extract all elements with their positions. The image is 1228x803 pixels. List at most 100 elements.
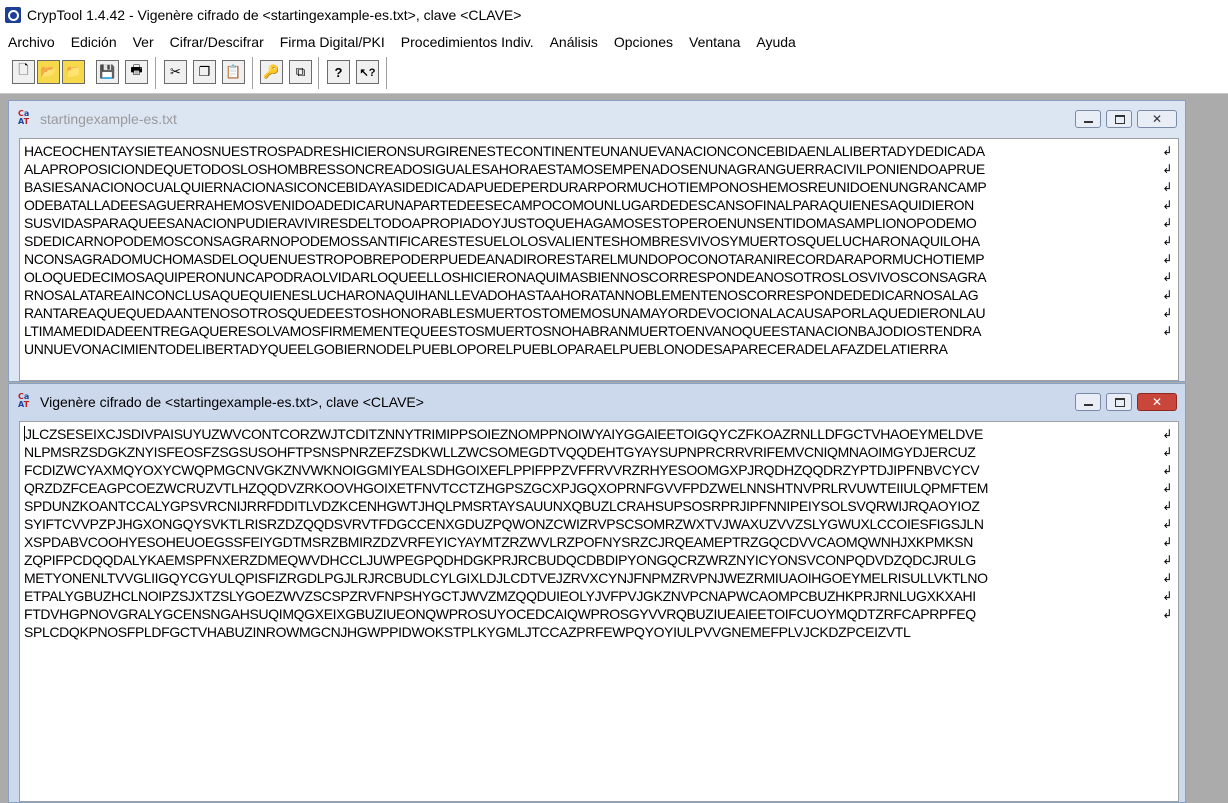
menu-opciones[interactable]: Opciones <box>606 34 681 50</box>
cut-button[interactable]: ✂ <box>164 60 187 84</box>
text-line-content: SDEDICARNOPODEMOSCONSAGRARNOPODEMOSSANTI… <box>24 233 980 249</box>
save-button[interactable]: 💾 <box>96 60 119 84</box>
text-line: XSPDABVCOOHYESOHEUOEGSSFEIYGDTMSRZBMIRZD… <box>24 533 1172 551</box>
line-wrap-icon: ↲ <box>1162 270 1172 284</box>
menu-firma-digital[interactable]: Firma Digital/PKI <box>272 34 393 50</box>
text-line: BASIESANACIONOCUALQUIERNACIONASICONCEBID… <box>24 178 1172 196</box>
text-line-content: RANTAREAQUEQUEDAANTENOSOTROSQUEDEESTOSHO… <box>24 305 986 321</box>
open-recent-icon: 📁 <box>65 64 82 79</box>
menu-ver[interactable]: Ver <box>125 34 162 50</box>
text-line-content: OLOQUEDECIMOSAQUIPERONUNCAPODRAOLVIDARLO… <box>24 269 987 285</box>
text-line-content: ZQPIFPCDQQDALYKAEMSPFNXERZDMEQWVDHCCLJUW… <box>24 552 976 568</box>
line-wrap-icon: ↲ <box>1162 234 1172 248</box>
line-wrap-icon: ↲ <box>1162 306 1172 320</box>
line-wrap-icon: ↲ <box>1162 427 1172 441</box>
app-title-bar: CrypTool 1.4.42 - Vigenère cifrado de <s… <box>0 0 1228 30</box>
text-line-content: ALAPROPOSICIONDEQUETODOSLOSHOMBRESSONCRE… <box>24 161 985 177</box>
window-switch-button[interactable]: ⧉ <box>289 60 312 84</box>
plaintext-window[interactable]: Ca AT startingexample-es.txt ✕ HACEOCHENT… <box>8 100 1186 382</box>
context-help-icon: ↖? <box>359 66 376 79</box>
text-line-content: FCDIZWCYAXMQYOXYCWQPMGCNVGKZNVWKNOIGGMIY… <box>24 462 980 478</box>
text-line: JLCZSESEIXCJSDIVPAISUYUZWVCONTCORZWJTCDI… <box>24 425 1172 443</box>
line-wrap-icon: ↲ <box>1162 198 1172 212</box>
text-line: NLPMSRZSDGKZNYISFEOSFZSGSUSOHFTPSNSPNRZE… <box>24 443 1172 461</box>
text-line-content: XSPDABVCOOHYESOHEUOEGSSFEIYGDTMSRZBMIRZD… <box>24 534 973 550</box>
line-wrap-icon: ↲ <box>1162 162 1172 176</box>
print-icon: 🖶 <box>130 62 143 77</box>
line-wrap-icon: ↲ <box>1162 607 1172 621</box>
line-wrap-icon: ↲ <box>1162 463 1172 477</box>
toolbar-separator <box>318 57 319 89</box>
text-line: OLOQUEDECIMOSAQUIPERONUNCAPODRAOLVIDARLO… <box>24 268 1172 286</box>
help-button[interactable]: ? <box>327 60 350 84</box>
plaintext-window-titlebar[interactable]: Ca AT startingexample-es.txt ✕ <box>9 101 1185 137</box>
minimize-icon[interactable] <box>1075 393 1101 411</box>
menu-ventana[interactable]: Ventana <box>681 34 748 50</box>
window-controls: ✕ <box>1070 393 1177 411</box>
text-line: METYONENLTVVGLIIGQYCGYULQPISFIZRGDLPGJLR… <box>24 569 1172 587</box>
text-line: LTIMAMEDIDADEENTREGAQUERESOLVAMOSFIRMEME… <box>24 322 1172 340</box>
plaintext-editor[interactable]: HACEOCHENTAYSIETEANOSNUESTROSPADRESHICIE… <box>19 138 1179 381</box>
line-wrap-icon: ↲ <box>1162 571 1172 585</box>
copy-button[interactable]: ❐ <box>193 60 216 84</box>
maximize-icon[interactable] <box>1106 393 1132 411</box>
menu-bar: Archivo Edición Ver Cifrar/Descifrar Fir… <box>0 30 1228 53</box>
text-line-content: UNNUEVONACIMIENTODELIBERTADYQUEELGOBIERN… <box>24 341 948 357</box>
line-wrap-icon: ↲ <box>1162 144 1172 158</box>
line-wrap-icon: ↲ <box>1162 216 1172 230</box>
ciphertext-window[interactable]: Ca AT Vigenère cifrado de <startingexampl… <box>8 383 1186 803</box>
text-line-content: BASIESANACIONOCUALQUIERNACIONASICONCEBID… <box>24 179 987 195</box>
context-help-button[interactable]: ↖? <box>356 60 379 84</box>
close-icon[interactable]: ✕ <box>1137 393 1177 411</box>
text-line-content: NLPMSRZSDGKZNYISFEOSFZSGSUSOHFTPSNSPNRZE… <box>24 444 976 460</box>
text-line: FCDIZWCYAXMQYOXYCWQPMGCNVGKZNVWKNOIGGMIY… <box>24 461 1172 479</box>
new-document-button[interactable]: 🗋 <box>12 60 35 84</box>
toolbar-separator <box>386 57 387 89</box>
menu-edicion[interactable]: Edición <box>63 34 125 50</box>
text-line-content: LTIMAMEDIDADEENTREGAQUERESOLVAMOSFIRMEME… <box>24 323 982 339</box>
cryptool-app-icon <box>5 7 21 23</box>
text-line: SDEDICARNOPODEMOSCONSAGRARNOPODEMOSSANTI… <box>24 232 1172 250</box>
text-line-content: ODEBATALLADEESAGUERRAHEMOSVENIDOADEDICAR… <box>24 197 974 213</box>
text-line: SPDUNZKOANTCCALYGPSVRCNIJRRFDDITLVDZKCEN… <box>24 497 1172 515</box>
paste-icon: 📋 <box>225 64 242 79</box>
text-line-content: JLCZSESEIXCJSDIVPAISUYUZWVCONTCORZWJTCDI… <box>25 426 983 442</box>
cryptool-document-icon: Ca AT <box>18 109 30 126</box>
open-file-button[interactable]: 📂 <box>37 60 60 84</box>
open-recent-button[interactable]: 📁 <box>62 60 85 84</box>
ciphertext-window-titlebar[interactable]: Ca AT Vigenère cifrado de <startingexampl… <box>9 384 1185 420</box>
ciphertext-editor[interactable]: JLCZSESEIXCJSDIVPAISUYUZWVCONTCORZWJTCDI… <box>19 421 1179 802</box>
text-line: ALAPROPOSICIONDEQUETODOSLOSHOMBRESSONCRE… <box>24 160 1172 178</box>
line-wrap-icon: ↲ <box>1162 589 1172 603</box>
cut-scissors-icon: ✂ <box>170 64 181 79</box>
cryptool-document-icon: Ca AT <box>18 392 30 409</box>
text-line: ETPALYGBUZHCLNOIPZSJXTZSLYGOEZWVZSCSPZRV… <box>24 587 1172 605</box>
text-line-content: ETPALYGBUZHCLNOIPZSJXTZSLYGOEZWVZSCSPZRV… <box>24 588 976 604</box>
print-button[interactable]: 🖶 <box>125 60 148 84</box>
text-line: FTDVHGPNOVGRALYGCENSNGAHSUQIMQGXEIXGBUZI… <box>24 605 1172 623</box>
text-line-content: NCONSAGRADOMUCHOMASDELOQUENUESTROPOBREPO… <box>24 251 985 267</box>
menu-ayuda[interactable]: Ayuda <box>748 34 803 50</box>
line-wrap-icon: ↲ <box>1162 481 1172 495</box>
line-wrap-icon: ↲ <box>1162 180 1172 194</box>
text-line: NCONSAGRADOMUCHOMASDELOQUENUESTROPOBREPO… <box>24 250 1172 268</box>
minimize-icon[interactable] <box>1075 110 1101 128</box>
line-wrap-icon: ↲ <box>1162 517 1172 531</box>
text-line: SYIFTCVVPZPJHGXONGQYSVKTLRISRZDZQQDSVRVT… <box>24 515 1172 533</box>
text-line: ZQPIFPCDQQDALYKAEMSPFNXERZDMEQWVDHCCLJUW… <box>24 551 1172 569</box>
menu-cifrar-descifrar[interactable]: Cifrar/Descifrar <box>162 34 272 50</box>
paste-button[interactable]: 📋 <box>222 60 245 84</box>
text-line-content: FTDVHGPNOVGRALYGCENSNGAHSUQIMQGXEIXGBUZI… <box>24 606 976 622</box>
menu-procedimientos[interactable]: Procedimientos Indiv. <box>393 34 542 50</box>
menu-archivo[interactable]: Archivo <box>0 34 63 50</box>
menu-analisis[interactable]: Análisis <box>542 34 606 50</box>
text-line: SPLCDQKPNOSFPLDFGCTVHABUZINROWMGCNJHGWPP… <box>24 623 1170 641</box>
plaintext-window-title: startingexample-es.txt <box>40 111 177 127</box>
maximize-icon[interactable] <box>1106 110 1132 128</box>
key-button[interactable]: 🔑 <box>260 60 283 84</box>
text-line-content: SUSVIDASPARAQUEESANACIONPUDIERAVIVIRESDE… <box>24 215 977 231</box>
close-icon[interactable]: ✕ <box>1137 110 1177 128</box>
line-wrap-icon: ↲ <box>1162 445 1172 459</box>
text-line-content: RNOSALATAREAINCONCLUSAQUEQUIENESLUCHARON… <box>24 287 979 303</box>
line-wrap-icon: ↲ <box>1162 499 1172 513</box>
